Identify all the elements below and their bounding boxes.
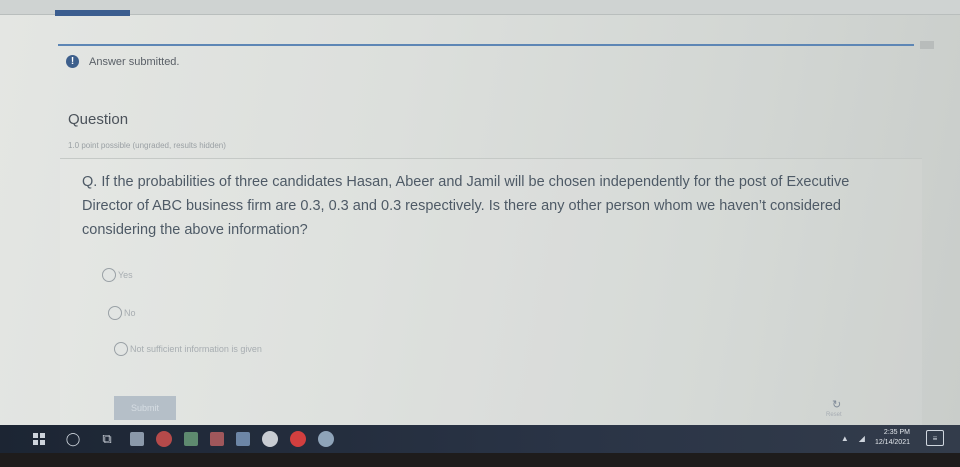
refresh-icon[interactable]: ↻ <box>832 398 841 411</box>
progress-bar <box>58 44 914 46</box>
option-no-label: No <box>124 308 136 318</box>
option-not-sufficient[interactable]: Not sufficient information is given <box>114 342 262 356</box>
windows-start-icon[interactable] <box>28 428 50 450</box>
chevron-up-icon[interactable]: ▲ <box>841 434 849 443</box>
submit-button[interactable]: Submit <box>114 396 176 420</box>
network-icon[interactable]: ◢ <box>859 434 865 443</box>
windows-taskbar: ◯ ⧉ ▲ ◢ 2:35 PM 12/14/2021 <box>0 425 960 453</box>
question-meta: 1.0 point possible (ungraded, results hi… <box>68 141 226 150</box>
option-no[interactable]: No <box>108 306 136 320</box>
question-text: Q. If the probabilities of three candida… <box>82 174 850 238</box>
edge-icon[interactable] <box>156 431 172 447</box>
notification-icon[interactable]: ≡ <box>926 430 944 446</box>
radio-yes[interactable] <box>102 268 116 282</box>
reset-label[interactable]: Reset <box>826 412 842 418</box>
radio-no[interactable] <box>108 306 122 320</box>
info-icon: ! <box>66 55 79 68</box>
system-tray: ▲ ◢ 2:35 PM 12/14/2021 <box>841 428 910 448</box>
browser-viewport: ! Answer submitted. Question 1.0 point p… <box>0 0 960 427</box>
top-navigation-strip <box>0 0 960 15</box>
store-icon[interactable] <box>184 432 198 446</box>
media-icon[interactable] <box>236 432 250 446</box>
notice-text: Answer submitted. <box>89 55 180 68</box>
opera-icon[interactable] <box>290 431 306 447</box>
photos-icon[interactable] <box>210 432 224 446</box>
active-tab-indicator[interactable] <box>55 10 130 16</box>
question-heading: Question <box>68 111 129 128</box>
clock-date: 12/14/2021 <box>874 439 910 446</box>
progress-bar-end <box>920 41 934 49</box>
chrome-icon[interactable] <box>262 431 278 447</box>
screen-bezel <box>0 453 960 467</box>
clock[interactable]: 2:35 PM 12/14/2021 <box>875 428 910 448</box>
radio-not-sufficient[interactable] <box>114 342 128 356</box>
option-yes[interactable]: Yes <box>102 268 133 282</box>
option-not-sufficient-label: Not sufficient information is given <box>130 344 262 354</box>
task-view-icon[interactable]: ⧉ <box>96 428 118 450</box>
teams-icon[interactable] <box>318 431 334 447</box>
file-explorer-icon[interactable] <box>130 432 144 446</box>
option-yes-label: Yes <box>118 270 133 280</box>
clock-time: 2:35 PM <box>883 429 910 436</box>
submission-notice: ! Answer submitted. <box>66 55 179 68</box>
cortana-icon[interactable]: ◯ <box>62 428 84 450</box>
